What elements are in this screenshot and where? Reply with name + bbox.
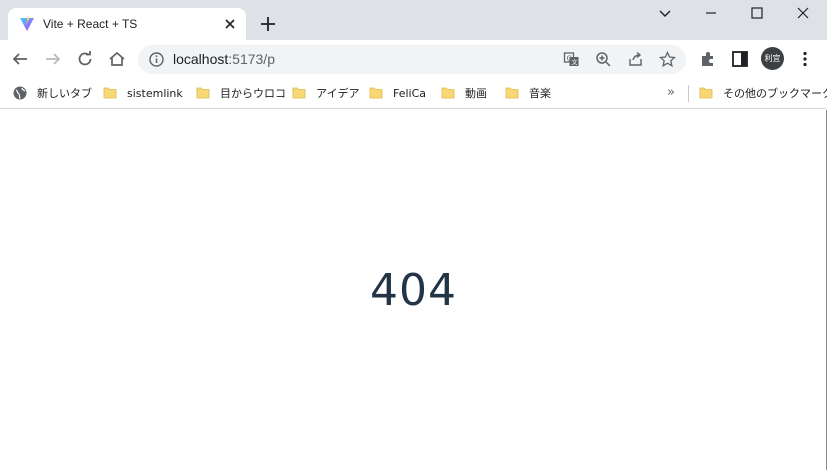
globe-icon [13, 86, 27, 100]
folder-icon [505, 87, 519, 99]
extensions-puzzle-icon[interactable] [699, 50, 717, 68]
back-arrow-icon[interactable] [11, 50, 29, 68]
folder-icon [196, 87, 210, 99]
tab-search-chevron-icon[interactable] [657, 5, 673, 21]
tab-title: Vite + React + TS [43, 17, 138, 31]
zoom-icon[interactable] [595, 51, 612, 68]
address-bar[interactable]: localhost:5173/p G 文 [138, 45, 686, 74]
url-text[interactable]: localhost:5173/p [173, 51, 275, 67]
site-info-icon[interactable] [148, 51, 165, 68]
bookmark-item-music[interactable]: 音楽 [505, 84, 551, 102]
folder-icon [369, 87, 383, 99]
page-content: 404 [0, 110, 827, 470]
bookmark-label: sistemlink [127, 86, 183, 100]
folder-icon [103, 87, 117, 99]
minimize-icon[interactable] [703, 5, 719, 21]
home-icon[interactable] [108, 50, 126, 68]
bookmark-star-icon[interactable] [659, 51, 676, 68]
url-host: localhost [173, 51, 229, 67]
svg-text:文: 文 [572, 59, 578, 67]
browser-toolbar: localhost:5173/p G 文 利宜 [0, 40, 827, 78]
bookmark-item-me-kara-uroko[interactable]: 目からウロコ [196, 84, 286, 102]
bookmark-label: FeliCa [393, 86, 427, 100]
forward-arrow-icon[interactable] [44, 50, 62, 68]
not-found-heading: 404 [370, 265, 457, 316]
close-tab-icon[interactable] [222, 16, 238, 32]
share-icon[interactable] [627, 51, 644, 68]
translate-icon[interactable]: G 文 [563, 51, 580, 68]
more-bookmarks-chevron-icon[interactable]: » [667, 85, 675, 100]
folder-icon [292, 87, 306, 99]
reload-icon[interactable] [76, 50, 94, 68]
bookmark-item-video[interactable]: 動画 [441, 84, 487, 102]
folder-icon [441, 87, 455, 99]
new-tab-icon[interactable] [259, 15, 277, 33]
bookmark-item-sistemlink[interactable]: sistemlink [103, 84, 183, 102]
bookmark-label: アイデア [316, 87, 360, 100]
bookmark-label: 動画 [465, 87, 487, 100]
bookmark-label: 目からウロコ [220, 87, 286, 100]
folder-icon [699, 87, 713, 99]
close-window-icon[interactable] [795, 5, 811, 21]
bookmark-label: 音楽 [529, 87, 551, 100]
other-bookmarks[interactable]: その他のブックマーク [699, 84, 827, 102]
active-tab[interactable]: Vite + React + TS [8, 8, 246, 40]
bookmarks-bar: 新しいタブ sistemlink 目からウロコ アイデア FeliCa 動画 音… [0, 78, 827, 109]
maximize-icon[interactable] [749, 5, 765, 21]
url-path: :5173/p [228, 51, 275, 67]
bookmark-label: 新しいタブ [37, 87, 92, 100]
bookmark-item-felica[interactable]: FeliCa [369, 84, 426, 102]
vite-logo-icon [20, 17, 34, 31]
bookmark-item-new-tab[interactable]: 新しいタブ [13, 84, 92, 102]
menu-kebab-icon[interactable] [796, 50, 814, 68]
other-bookmarks-label: その他のブックマーク [723, 87, 827, 100]
tab-strip: Vite + React + TS [0, 0, 827, 40]
bookmark-item-idea[interactable]: アイデア [292, 84, 359, 102]
profile-avatar[interactable]: 利宜 [761, 47, 784, 70]
side-panel-icon[interactable] [731, 50, 749, 68]
bookmarks-divider [688, 85, 689, 102]
